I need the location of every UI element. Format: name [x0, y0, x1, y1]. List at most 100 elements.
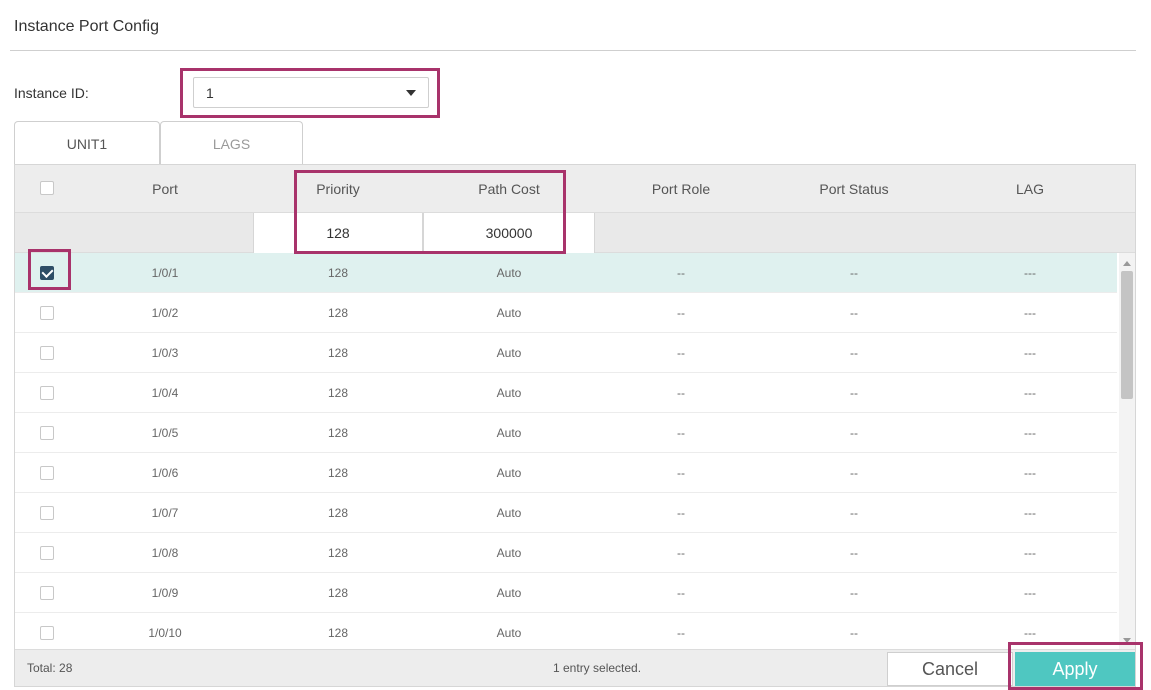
priority-cell: 128 [327, 386, 349, 400]
table-row[interactable]: 1/0/9 128 Auto -- -- --- [15, 573, 1117, 613]
apply-button[interactable]: Apply [1015, 652, 1135, 686]
instance-id-label: Instance ID: [14, 85, 89, 101]
port-role-cell: -- [677, 386, 685, 400]
scroll-down-icon[interactable] [1123, 638, 1131, 643]
lag-cell: --- [1024, 586, 1036, 600]
scrollbar-thumb[interactable] [1121, 271, 1133, 399]
port-status-cell: -- [850, 626, 858, 640]
column-path-cost: Path Cost [478, 181, 540, 197]
port-role-cell: -- [677, 266, 685, 280]
port-cell: 1/0/5 [151, 426, 179, 440]
tab-unit1[interactable]: UNIT1 [14, 121, 160, 165]
column-port-status: Port Status [819, 181, 889, 197]
port-role-cell: -- [677, 426, 685, 440]
lag-cell: --- [1024, 426, 1036, 440]
lag-cell: --- [1024, 346, 1036, 360]
path-cost-cell: Auto [496, 266, 522, 280]
port-role-cell: -- [677, 466, 685, 480]
port-role-cell: -- [677, 546, 685, 560]
instance-port-config-panel: Instance Port Config Instance ID: 1 UNIT… [0, 0, 1151, 690]
row-checkbox[interactable] [40, 386, 54, 400]
table-footer: Total: 28 1 entry selected. Cancel Apply [15, 649, 1135, 686]
table-header: Port Priority Path Cost Port Role Port S… [15, 165, 1135, 213]
port-status-cell: -- [850, 546, 858, 560]
port-cell: 1/0/4 [151, 386, 179, 400]
port-table: Port Priority Path Cost Port Role Port S… [14, 164, 1136, 687]
cancel-button[interactable]: Cancel [887, 652, 1013, 686]
page-title: Instance Port Config [14, 18, 159, 35]
path-cost-cell: Auto [496, 466, 522, 480]
priority-cell: 128 [327, 266, 349, 280]
priority-cell: 128 [327, 346, 349, 360]
port-cell: 1/0/2 [151, 306, 179, 320]
path-cost-cell: Auto [496, 386, 522, 400]
path-cost-cell: Auto [496, 346, 522, 360]
scroll-up-icon[interactable] [1123, 261, 1131, 266]
port-role-cell: -- [677, 626, 685, 640]
port-cell: 1/0/1 [151, 266, 179, 280]
port-cell: 1/0/9 [151, 586, 179, 600]
table-row[interactable]: 1/0/7 128 Auto -- -- --- [15, 493, 1117, 533]
port-role-cell: -- [677, 346, 685, 360]
table-row[interactable]: 1/0/6 128 Auto -- -- --- [15, 453, 1117, 493]
port-status-cell: -- [850, 586, 858, 600]
lag-cell: --- [1024, 546, 1036, 560]
path-cost-cell: Auto [496, 306, 522, 320]
path-cost-cell: Auto [496, 586, 522, 600]
port-cell: 1/0/8 [151, 546, 179, 560]
path-cost-cell: Auto [496, 626, 522, 640]
port-cell: 1/0/7 [151, 506, 179, 520]
column-priority: Priority [316, 181, 360, 197]
port-status-cell: -- [850, 386, 858, 400]
priority-input[interactable]: 128 [253, 213, 423, 253]
table-scrollbar[interactable] [1119, 253, 1135, 649]
port-cell: 1/0/3 [151, 346, 179, 360]
lag-cell: --- [1024, 466, 1036, 480]
row-checkbox[interactable] [40, 266, 54, 280]
table-row[interactable]: 1/0/3 128 Auto -- -- --- [15, 333, 1117, 373]
lag-cell: --- [1024, 306, 1036, 320]
path-cost-cell: Auto [496, 506, 522, 520]
column-lag: LAG [1015, 181, 1044, 197]
selection-status: 1 entry selected. [553, 661, 642, 675]
priority-cell: 128 [327, 306, 349, 320]
path-cost-cell: Auto [496, 426, 522, 440]
port-status-cell: -- [850, 306, 858, 320]
row-checkbox[interactable] [40, 586, 54, 600]
priority-cell: 128 [327, 466, 349, 480]
row-checkbox[interactable] [40, 346, 54, 360]
port-status-cell: -- [850, 506, 858, 520]
row-checkbox[interactable] [40, 546, 54, 560]
row-checkbox[interactable] [40, 466, 54, 480]
lag-cell: --- [1024, 266, 1036, 280]
lag-cell: --- [1024, 506, 1036, 520]
table-row[interactable]: 1/0/8 128 Auto -- -- --- [15, 533, 1117, 573]
tab-lags[interactable]: LAGS [160, 121, 303, 165]
total-count: Total: 28 [27, 661, 73, 675]
select-all-checkbox[interactable] [40, 181, 54, 195]
dropdown-arrow-icon [406, 90, 416, 96]
priority-cell: 128 [327, 626, 349, 640]
path-cost-cell: Auto [496, 546, 522, 560]
path-cost-input[interactable]: 300000 [423, 213, 595, 253]
table-row[interactable]: 1/0/4 128 Auto -- -- --- [15, 373, 1117, 413]
column-port-role: Port Role [651, 181, 711, 197]
table-row[interactable]: 1/0/1 128 Auto -- -- --- [15, 253, 1117, 293]
port-status-cell: -- [850, 346, 858, 360]
row-checkbox[interactable] [40, 306, 54, 320]
port-status-cell: -- [850, 426, 858, 440]
row-checkbox[interactable] [40, 506, 54, 520]
row-checkbox[interactable] [40, 626, 54, 640]
port-role-cell: -- [677, 306, 685, 320]
table-row[interactable]: 1/0/5 128 Auto -- -- --- [15, 413, 1117, 453]
instance-id-select[interactable]: 1 [193, 77, 429, 108]
priority-cell: 128 [327, 586, 349, 600]
title-divider [10, 50, 1136, 51]
priority-cell: 128 [327, 506, 349, 520]
port-status-cell: -- [850, 266, 858, 280]
instance-id-value: 1 [206, 85, 214, 101]
table-row[interactable]: 1/0/10 128 Auto -- -- --- [15, 613, 1117, 653]
row-checkbox[interactable] [40, 426, 54, 440]
port-status-cell: -- [850, 466, 858, 480]
table-row[interactable]: 1/0/2 128 Auto -- -- --- [15, 293, 1117, 333]
